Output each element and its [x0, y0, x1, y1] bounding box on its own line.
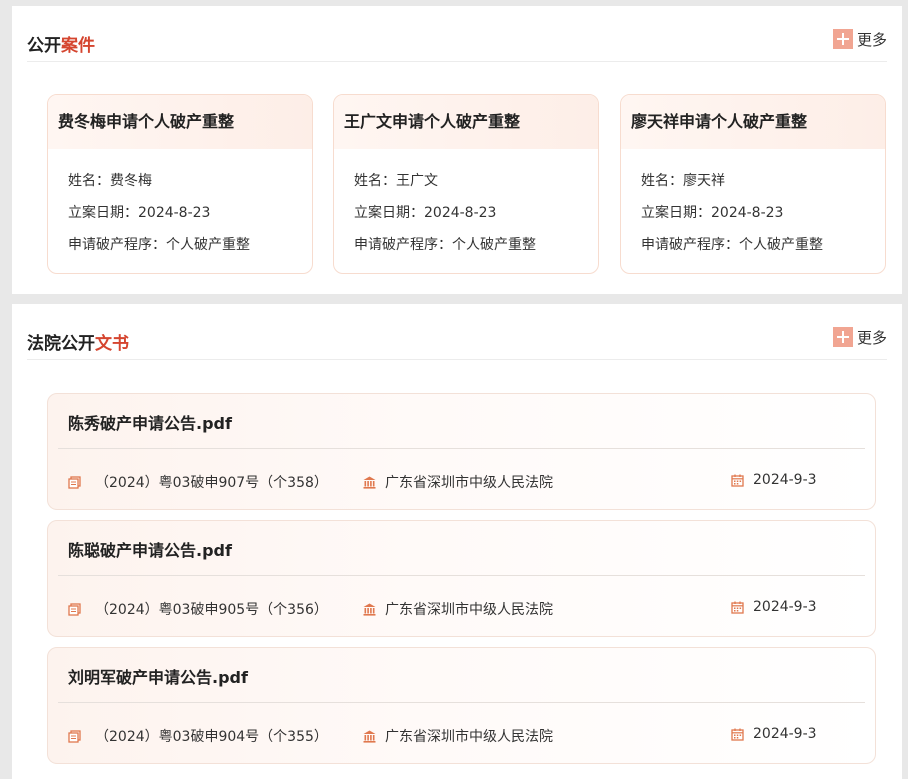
- docs-more-button[interactable]: 更多: [832, 326, 887, 348]
- document-icon: [68, 475, 81, 489]
- case-procedure-line: 申请破产程序：个人破产重整: [641, 237, 823, 253]
- document-icon: [68, 729, 81, 743]
- case-card-title: 王广文申请个人破产重整: [334, 95, 598, 149]
- calendar-icon: [731, 601, 744, 614]
- cases-section-header: 公开案件 更多: [27, 28, 887, 62]
- court-documents-panel: 法院公开文书 更多 陈秀破产申请公告.pdf （2024）粤03破申907号（个…: [12, 304, 902, 779]
- divider: [58, 448, 865, 449]
- case-card-title: 廖天祥申请个人破产重整: [621, 95, 885, 149]
- case-card-title: 费冬梅申请个人破产重整: [48, 95, 312, 149]
- docs-more-label: 更多: [856, 328, 887, 347]
- case-date-line: 立案日期：2024-8-23: [68, 205, 211, 221]
- document-item[interactable]: 陈秀破产申请公告.pdf （2024）粤03破申907号（个358） 广东省深圳…: [47, 393, 876, 510]
- case-date-line: 立案日期：2024-8-23: [354, 205, 497, 221]
- docs-title-accent: 文书: [95, 334, 129, 354]
- plus-icon: [832, 327, 853, 347]
- case-card[interactable]: 廖天祥申请个人破产重整 姓名：廖天祥 立案日期：2024-8-23 申请破产程序…: [620, 94, 886, 274]
- courthouse-icon: [363, 476, 376, 489]
- document-court: 广东省深圳市中级人民法院: [363, 726, 553, 746]
- case-name-line: 姓名：王广文: [354, 173, 438, 189]
- docs-title-main: 法院公开: [27, 334, 95, 354]
- document-court: 广东省深圳市中级人民法院: [363, 599, 553, 619]
- divider: [58, 575, 865, 576]
- document-case-number: （2024）粤03破申907号（个358）: [68, 472, 328, 492]
- calendar-icon: [731, 474, 744, 487]
- document-title: 陈秀破产申请公告.pdf: [68, 414, 232, 433]
- date-text: 2024-9-3: [753, 599, 817, 615]
- case-card[interactable]: 王广文申请个人破产重整 姓名：王广文 立案日期：2024-8-23 申请破产程序…: [333, 94, 599, 274]
- document-case-number: （2024）粤03破申905号（个356）: [68, 599, 328, 619]
- case-date-line: 立案日期：2024-8-23: [641, 205, 784, 221]
- date-text: 2024-9-3: [753, 726, 817, 742]
- courthouse-icon: [363, 603, 376, 616]
- docs-section-title: 法院公开文书: [27, 329, 129, 354]
- document-title: 刘明军破产申请公告.pdf: [68, 668, 248, 687]
- courthouse-icon: [363, 730, 376, 743]
- cases-section-title: 公开案件: [27, 31, 95, 56]
- case-procedure-line: 申请破产程序：个人破产重整: [354, 237, 536, 253]
- case-number-text: （2024）粤03破申904号（个355）: [95, 729, 328, 745]
- document-date: 2024-9-3: [731, 599, 817, 615]
- document-case-number: （2024）粤03破申904号（个355）: [68, 726, 328, 746]
- document-title: 陈聪破产申请公告.pdf: [68, 541, 232, 560]
- cases-title-accent: 案件: [61, 36, 95, 56]
- document-icon: [68, 602, 81, 616]
- document-court: 广东省深圳市中级人民法院: [363, 472, 553, 492]
- court-text: 广东省深圳市中级人民法院: [385, 602, 553, 618]
- court-text: 广东省深圳市中级人民法院: [385, 729, 553, 745]
- court-text: 广东省深圳市中级人民法院: [385, 475, 553, 491]
- public-cases-panel: 公开案件 更多 费冬梅申请个人破产重整 姓名：费冬梅 立案日期：2024-8-2…: [12, 6, 902, 294]
- cases-more-button[interactable]: 更多: [832, 28, 887, 50]
- docs-section-header: 法院公开文书 更多: [27, 326, 887, 360]
- case-card[interactable]: 费冬梅申请个人破产重整 姓名：费冬梅 立案日期：2024-8-23 申请破产程序…: [47, 94, 313, 274]
- divider: [58, 702, 865, 703]
- plus-icon: [832, 29, 853, 49]
- case-name-line: 姓名：费冬梅: [68, 173, 152, 189]
- cases-title-main: 公开: [27, 36, 61, 56]
- document-date: 2024-9-3: [731, 472, 817, 488]
- document-item[interactable]: 陈聪破产申请公告.pdf （2024）粤03破申905号（个356） 广东省深圳…: [47, 520, 876, 637]
- case-procedure-line: 申请破产程序：个人破产重整: [68, 237, 250, 253]
- document-date: 2024-9-3: [731, 726, 817, 742]
- document-item[interactable]: 刘明军破产申请公告.pdf （2024）粤03破申904号（个355） 广东省深…: [47, 647, 876, 764]
- case-number-text: （2024）粤03破申907号（个358）: [95, 475, 328, 491]
- calendar-icon: [731, 728, 744, 741]
- cases-more-label: 更多: [856, 30, 887, 49]
- case-number-text: （2024）粤03破申905号（个356）: [95, 602, 328, 618]
- case-name-line: 姓名：廖天祥: [641, 173, 725, 189]
- date-text: 2024-9-3: [753, 472, 817, 488]
